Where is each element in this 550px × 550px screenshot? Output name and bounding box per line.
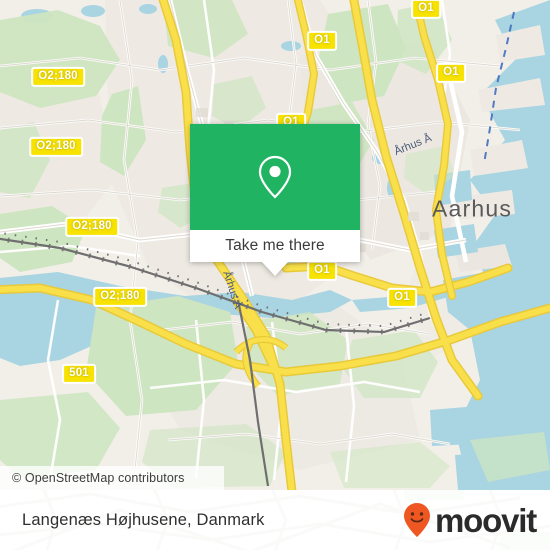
popup-cta[interactable]: Take me there [190,230,360,262]
road-shield: O1 [411,0,441,20]
osm-attribution[interactable]: © OpenStreetMap contributors [0,466,224,490]
moovit-wordmark: moovit [435,501,537,539]
place-name: Langenæs Højhusene, Danmark [22,490,265,550]
map-label-aarhus: Aarhus [431,195,513,222]
road-shield: O1 [307,260,337,282]
popup-cta-label: Take me there [225,237,325,254]
road-shield: 501 [62,363,96,385]
road-shield: O2;180 [93,286,147,308]
road-shield: O1 [436,62,466,84]
popup-tail [262,262,288,276]
footer-bar: Langenæs Højhusene, Danmark moovit [0,490,550,550]
place-name-text: Langenæs Højhusene, Danmark [22,510,265,529]
moovit-smiley-pin-icon [404,503,431,537]
map-screenshot: O1 O1 O1 O1 O1 O1 O2;180 O2;180 O2;180 O2;180 501 … [0,0,550,550]
popup-icon-panel [190,124,360,230]
road-shield: O2;180 [31,66,85,88]
road-shield: O1 [307,30,337,52]
road-shield: O1 [387,287,417,309]
take-me-there-popup[interactable]: Take me there [190,124,360,276]
location-pin-icon [258,155,292,199]
road-shield: O2;180 [65,216,119,238]
moovit-logo[interactable]: moovit [402,490,537,550]
osm-attribution-text: © OpenStreetMap contributors [12,471,185,485]
road-shield: O2;180 [29,136,83,158]
